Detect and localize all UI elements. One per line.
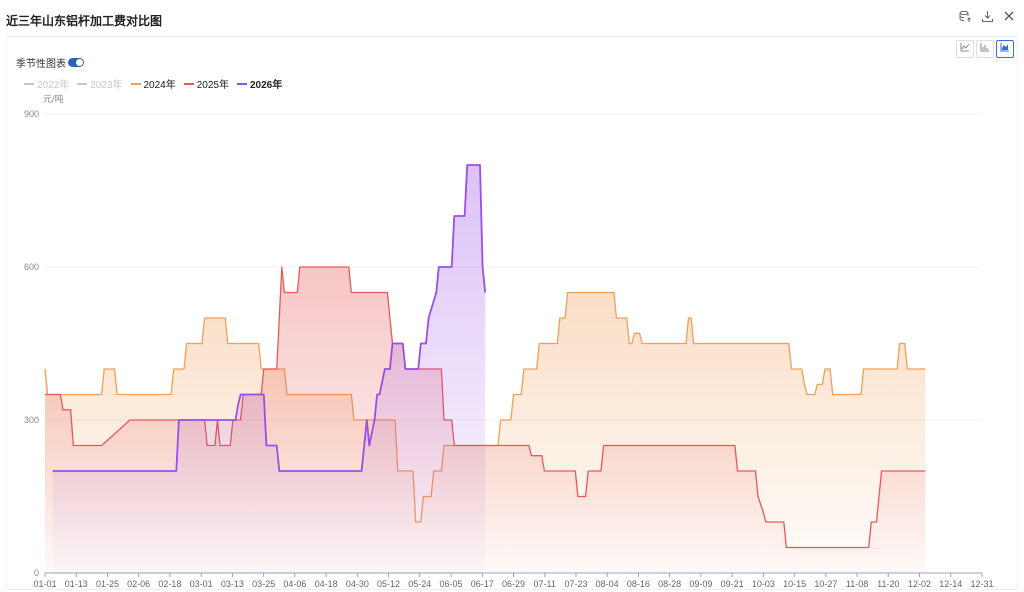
y-tick-label: 900 xyxy=(24,109,39,119)
x-tick-label: 04-06 xyxy=(283,579,306,589)
x-tick-label: 04-30 xyxy=(346,579,369,589)
x-tick-label: 06-29 xyxy=(502,579,525,589)
x-tick-label: 03-25 xyxy=(252,579,275,589)
x-tick-label: 08-28 xyxy=(658,579,681,589)
x-tick-label: 12-02 xyxy=(908,579,931,589)
x-tick-label: 10-03 xyxy=(752,579,775,589)
x-tick-label: 09-21 xyxy=(721,579,744,589)
x-tick-label: 06-05 xyxy=(440,579,463,589)
y-tick-label: 0 xyxy=(34,568,39,578)
y-tick-label: 300 xyxy=(24,415,39,425)
x-tick-label: 01-25 xyxy=(96,579,119,589)
x-tick-label: 10-15 xyxy=(783,579,806,589)
x-tick-label: 06-17 xyxy=(471,579,494,589)
x-tick-label: 08-16 xyxy=(627,579,650,589)
x-tick-label: 11-08 xyxy=(846,579,868,589)
x-tick-label: 05-12 xyxy=(377,579,400,589)
x-tick-label: 04-18 xyxy=(315,579,338,589)
y-axis-label: 元/吨 xyxy=(43,93,64,104)
x-tick-label: 03-01 xyxy=(190,579,213,589)
x-tick-label: 11-20 xyxy=(877,579,899,589)
x-tick-label: 09-09 xyxy=(689,579,712,589)
x-tick-label: 02-06 xyxy=(127,579,150,589)
x-tick-label: 01-01 xyxy=(33,579,56,589)
area-chart: 0 300 600 900 元/吨 01-01 01-13 01-25 02-06 02-18 03… xyxy=(24,93,994,589)
x-tick-label: 10-27 xyxy=(814,579,837,589)
x-tick-label: 05-24 xyxy=(408,579,431,589)
x-tick-label: 07-23 xyxy=(564,579,587,589)
x-tick-label: 12-31 xyxy=(970,579,993,589)
x-tick-label: 08-04 xyxy=(596,579,619,589)
x-tick-label: 03-13 xyxy=(221,579,244,589)
x-tick-label: 07-11 xyxy=(534,579,556,589)
x-tick-label: 12-14 xyxy=(939,579,962,589)
y-tick-label: 600 xyxy=(24,262,39,272)
x-tick-label: 02-18 xyxy=(158,579,181,589)
x-tick-label: 01-13 xyxy=(65,579,88,589)
